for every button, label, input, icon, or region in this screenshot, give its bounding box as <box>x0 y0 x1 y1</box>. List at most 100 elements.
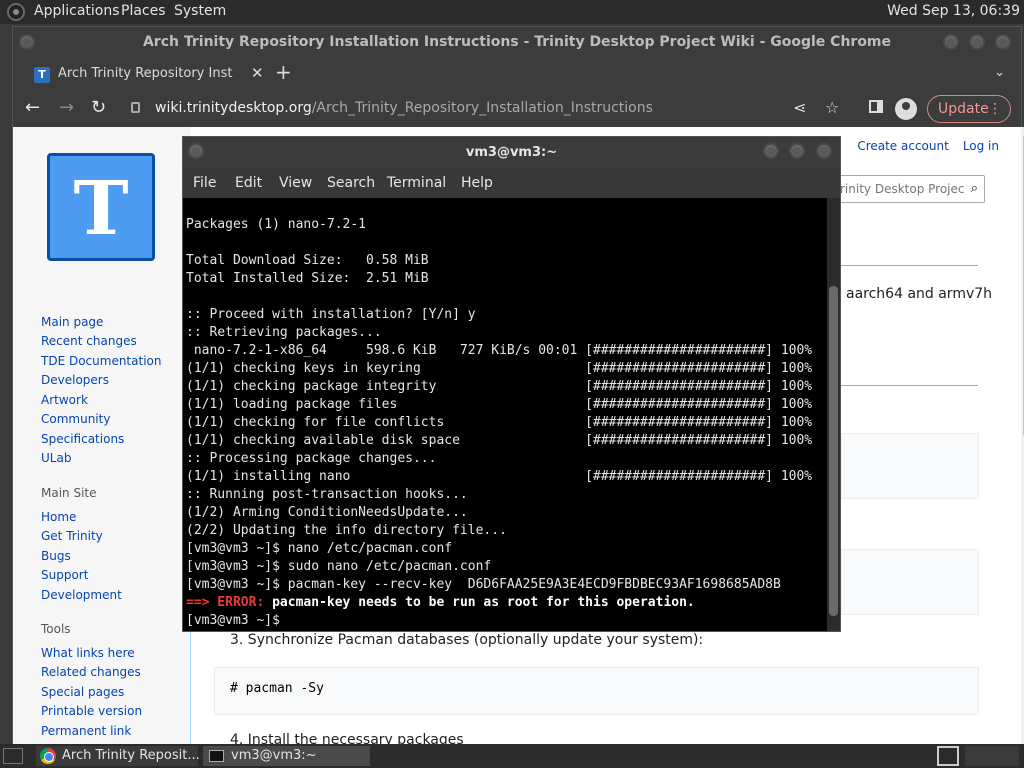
forward-icon[interactable]: → <box>59 97 74 118</box>
personal-links: Create account Log in <box>843 139 999 153</box>
code-box-1 <box>841 433 979 499</box>
nav-community[interactable]: Community <box>41 412 110 426</box>
logo-gear-icon: T <box>73 166 129 252</box>
taskbar: Arch Trinity Reposit... vm3@vm3:~ <box>0 744 1024 768</box>
tool-what-links-here[interactable]: What links here <box>41 646 135 660</box>
update-button[interactable]: Update ⋮ <box>927 95 1011 123</box>
profile-avatar-icon[interactable] <box>895 98 917 120</box>
share-icon[interactable]: ⋖ <box>793 98 806 117</box>
nav-developers[interactable]: Developers <box>41 373 109 387</box>
tab-search-icon[interactable]: ⌄ <box>994 65 1005 80</box>
terminal-line: :: Running post-transaction hooks... <box>186 487 468 502</box>
minimize-icon[interactable] <box>943 34 959 50</box>
desktop-logo-icon[interactable] <box>7 3 25 21</box>
terminal-output[interactable]: Packages (1) nano-7.2-1 Total Download S… <box>183 198 827 631</box>
menu-help[interactable]: Help <box>461 175 493 191</box>
workspace-switcher-icon[interactable] <box>937 746 959 766</box>
terminal-maximize-icon[interactable] <box>789 143 805 159</box>
search-icon[interactable]: ⌕ <box>971 181 978 196</box>
log-in-link[interactable]: Log in <box>963 139 999 153</box>
step-3-text: 3. Synchronize Pacman databases (optiona… <box>230 632 704 648</box>
menu-terminal[interactable]: Terminal <box>387 175 446 191</box>
terminal-close-icon[interactable] <box>816 143 832 159</box>
heading-rule <box>841 265 978 266</box>
terminal-line: :: Proceed with installation? [Y/n] y <box>186 307 476 322</box>
task-terminal-label: vm3@vm3:~ <box>231 748 317 763</box>
nav-get-trinity[interactable]: Get Trinity <box>41 529 103 543</box>
terminal-line: (1/1) checking for file conflicts [#####… <box>186 415 813 430</box>
tab-strip: T Arch Trinity Repository Installa ✕ + ⌄ <box>13 57 1021 91</box>
tool-special-pages[interactable]: Special pages <box>41 685 124 699</box>
section-rule <box>841 385 978 386</box>
browser-toolbar: ← → ↻ wiki.trinitydesktop.org/Arch_Trini… <box>13 91 1021 127</box>
nav-ulab[interactable]: ULab <box>41 451 71 465</box>
lock-icon[interactable] <box>131 102 140 113</box>
menu-file[interactable]: File <box>193 175 216 191</box>
show-desktop-icon[interactable] <box>3 748 23 764</box>
nav-support[interactable]: Support <box>41 568 88 582</box>
terminal-error-line: ==> ERROR: pacman-key needs to be run as… <box>186 594 695 612</box>
menu-view[interactable]: View <box>279 175 312 191</box>
new-tab-button[interactable]: + <box>275 60 292 84</box>
terminal-menubar: File Edit View Search Terminal Help <box>183 169 840 198</box>
menu-search[interactable]: Search <box>327 175 375 191</box>
menu-edit[interactable]: Edit <box>235 175 262 191</box>
trinity-favicon-icon: T <box>34 67 50 83</box>
terminal-line: Total Installed Size: 2.51 MiB <box>186 271 429 286</box>
terminal-line: (1/1) checking keys in keyring [########… <box>186 361 813 376</box>
terminal-scrollbar-thumb[interactable] <box>829 286 838 616</box>
system-menu[interactable]: System <box>174 3 226 19</box>
bookmark-star-icon[interactable]: ☆ <box>825 98 839 117</box>
terminal-line: Packages (1) nano-7.2-1 <box>186 217 367 232</box>
terminal-line: (1/1) installing nano [#################… <box>186 469 813 484</box>
back-icon[interactable]: ← <box>25 97 40 118</box>
url-path: /Arch_Trinity_Repository_Installation_In… <box>311 100 653 116</box>
applications-menu[interactable]: Applications <box>34 3 120 19</box>
terminal-line: :: Retrieving packages... <box>186 325 382 340</box>
terminal-menu-icon[interactable] <box>188 143 204 159</box>
task-chrome-label: Arch Trinity Reposit... <box>62 748 200 763</box>
terminal-scrollbar[interactable] <box>827 198 840 631</box>
nav-home[interactable]: Home <box>41 510 76 524</box>
nav-artwork[interactable]: Artwork <box>41 393 88 407</box>
terminal-line: [vm3@vm3 ~]$ nano /etc/pacman.conf <box>186 541 453 556</box>
close-window-icon[interactable] <box>995 34 1011 50</box>
chrome-icon <box>40 748 56 764</box>
places-menu[interactable]: Places <box>121 3 166 19</box>
tab-arch-trinity[interactable]: T Arch Trinity Repository Installa ✕ <box>25 57 264 91</box>
step-3-code: # pacman -Sy <box>230 681 324 696</box>
clock[interactable]: Wed Sep 13, 06:39 <box>887 3 1020 19</box>
nav-main-page[interactable]: Main page <box>41 315 103 329</box>
task-terminal[interactable]: vm3@vm3:~ <box>203 746 370 766</box>
tool-printable-version[interactable]: Printable version <box>41 704 142 718</box>
trinity-logo[interactable]: T <box>47 153 155 261</box>
terminal-line: [vm3@vm3 ~]$ pacman-key --recv-key D6D6F… <box>186 577 781 592</box>
terminal-prompt[interactable]: [vm3@vm3 ~]$ <box>186 612 288 630</box>
nav-specifications[interactable]: Specifications <box>41 432 124 446</box>
reload-icon[interactable]: ↻ <box>91 97 106 118</box>
close-tab-icon[interactable]: ✕ <box>251 64 264 82</box>
tool-permanent-link[interactable]: Permanent link <box>41 724 131 738</box>
workspace-pager[interactable] <box>965 746 1019 766</box>
terminal-line: (2/2) Updating the info directory file..… <box>186 523 507 538</box>
terminal-line: (1/2) Arming ConditionNeedsUpdate... <box>186 505 468 520</box>
side-panel-icon[interactable] <box>869 100 883 113</box>
create-account-link[interactable]: Create account <box>857 139 949 153</box>
task-chrome[interactable]: Arch Trinity Reposit... <box>36 746 200 766</box>
maximize-icon[interactable] <box>969 34 985 50</box>
address-bar[interactable]: wiki.trinitydesktop.org/Arch_Trinity_Rep… <box>123 94 843 122</box>
wiki-sidebar: T Main page Recent changes TDE Documenta… <box>13 127 190 744</box>
tool-related-changes[interactable]: Related changes <box>41 665 141 679</box>
step-4-text: 4. Install the necessary packages <box>230 732 464 744</box>
nav-development[interactable]: Development <box>41 588 122 602</box>
chrome-menu-icon[interactable]: ⋮ <box>988 96 1002 122</box>
tools-heading: Tools <box>41 622 71 636</box>
nav-recent-changes[interactable]: Recent changes <box>41 334 137 348</box>
wiki-search-input[interactable]: rinity Desktop Projec ⌕ <box>835 175 985 203</box>
nav-tde-documentation[interactable]: TDE Documentation <box>41 354 161 368</box>
tab-title: Arch Trinity Repository Installa <box>58 66 233 81</box>
terminal-line: (1/1) checking package integrity [######… <box>186 379 813 394</box>
nav-bugs[interactable]: Bugs <box>41 549 71 563</box>
terminal-icon <box>209 750 224 762</box>
terminal-minimize-icon[interactable] <box>763 143 779 159</box>
